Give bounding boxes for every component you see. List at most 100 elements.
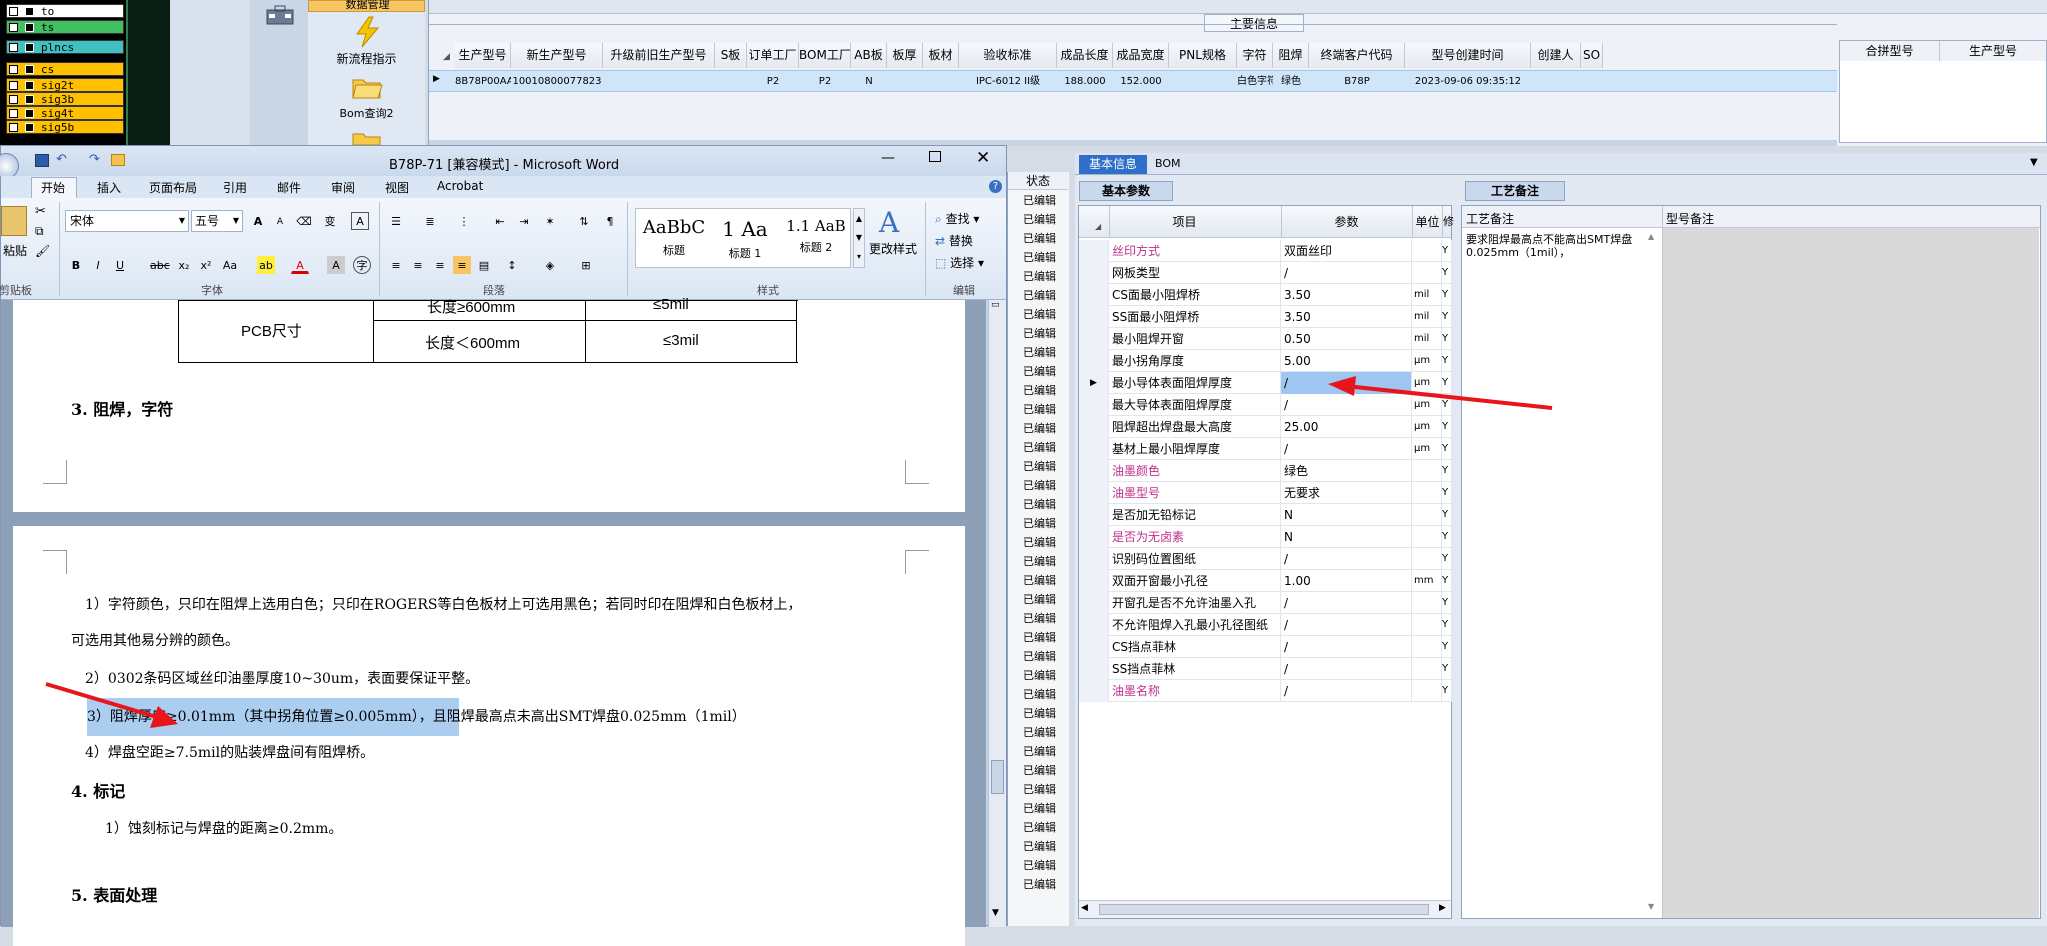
nav-item-process-guide[interactable]: 新流程指示 bbox=[308, 50, 425, 67]
folder-open-icon[interactable] bbox=[351, 72, 383, 100]
style-gallery-scroll[interactable]: ▲ ▼ ▾ bbox=[853, 208, 865, 268]
param-row[interactable]: 是否加无铅标记 N Y bbox=[1079, 504, 1452, 526]
table-cell-length-top[interactable]: 长度≥600mm bbox=[427, 296, 515, 317]
save-icon[interactable] bbox=[35, 154, 49, 167]
bullets-icon[interactable]: ☰ bbox=[387, 212, 405, 230]
param-value[interactable]: 5.00 bbox=[1281, 350, 1412, 372]
superscript-button[interactable]: x² bbox=[197, 256, 215, 274]
param-value[interactable]: 0.50 bbox=[1281, 328, 1412, 350]
para-etch-mark[interactable]: 1）蚀刻标记与焊盘的距离≥0.2mm。 bbox=[105, 818, 342, 838]
tab-mailings[interactable]: 邮件 bbox=[277, 179, 301, 196]
param-value[interactable]: / bbox=[1281, 548, 1412, 570]
bold-button[interactable]: B bbox=[67, 256, 85, 274]
status-item[interactable]: 已编辑 bbox=[1023, 800, 1056, 816]
param-value[interactable]: / bbox=[1281, 438, 1412, 460]
status-item[interactable]: 已编辑 bbox=[1023, 572, 1056, 588]
param-value[interactable]: 无要求 bbox=[1281, 482, 1412, 504]
align-left-icon[interactable]: ≡ bbox=[387, 256, 405, 274]
grid-column-header[interactable]: PNL规格 bbox=[1169, 43, 1237, 68]
param-value[interactable]: 双面丝印 bbox=[1281, 240, 1412, 262]
param-row[interactable]: 阻焊超出焊盘最大高度 25.00 μm Y bbox=[1079, 416, 1452, 438]
para-mask-thickness-rest[interactable]: ，且阻焊最高点未高出SMT焊盘0.025mm（1mil） bbox=[419, 709, 746, 725]
maximize-button[interactable] bbox=[929, 151, 941, 162]
status-item[interactable]: 已编辑 bbox=[1023, 629, 1056, 645]
scroll-down-icon[interactable]: ▼ bbox=[992, 908, 999, 918]
change-styles-icon[interactable]: A bbox=[875, 206, 905, 236]
status-item[interactable]: 已编辑 bbox=[1023, 477, 1056, 493]
status-item[interactable]: 已编辑 bbox=[1023, 287, 1056, 303]
layer-checkbox[interactable] bbox=[9, 7, 18, 16]
grid-cell[interactable]: 8B78P00AA0 bbox=[455, 73, 511, 91]
align-center-icon[interactable]: ≡ bbox=[409, 256, 427, 274]
grid-cell[interactable]: IPC-6012 II级 bbox=[959, 73, 1057, 91]
status-item[interactable]: 已编辑 bbox=[1023, 211, 1056, 227]
status-item[interactable]: 已编辑 bbox=[1023, 401, 1056, 417]
param-value[interactable]: N bbox=[1281, 504, 1412, 526]
param-row[interactable]: 最小拐角厚度 5.00 μm Y bbox=[1079, 350, 1452, 372]
grid-cell[interactable]: 白色字符 bbox=[1237, 73, 1273, 91]
tab-home-label[interactable]: 开始 bbox=[41, 179, 65, 196]
status-item[interactable]: 已编辑 bbox=[1023, 781, 1056, 797]
select-button[interactable]: ⬚ 选择 ▾ bbox=[935, 254, 984, 271]
open-folder-icon[interactable] bbox=[111, 154, 125, 166]
grid-column-header[interactable]: 生产型号 bbox=[455, 43, 511, 68]
ruler-toggle-icon[interactable]: ▭ bbox=[991, 300, 1000, 310]
close-button[interactable]: ✕ bbox=[976, 148, 990, 168]
decrease-indent-icon[interactable]: ⇤ bbox=[491, 212, 509, 230]
craft-note-text[interactable]: 要求阻焊最高点不能高出SMT焊盘0.025mm（1mil）， bbox=[1466, 233, 1646, 259]
param-row[interactable]: 油墨型号 无要求 Y bbox=[1079, 482, 1452, 504]
grid-column-header[interactable]: 成品长度 bbox=[1057, 43, 1113, 68]
param-value[interactable]: / bbox=[1281, 372, 1412, 394]
grid-column-header[interactable]: 阻焊 bbox=[1273, 43, 1309, 68]
change-case-button[interactable]: Aa bbox=[221, 256, 239, 274]
grid-column-header[interactable]: SO bbox=[1581, 43, 1603, 68]
status-item[interactable]: 已编辑 bbox=[1023, 439, 1056, 455]
para-pad-spacing[interactable]: 4）焊盘空距≥7.5mil的贴装焊盘间有阻焊桥。 bbox=[85, 742, 374, 762]
layer-row[interactable]: sig5b bbox=[6, 120, 124, 134]
status-item[interactable]: 已编辑 bbox=[1023, 838, 1056, 854]
nav-item-bom-query[interactable]: Bom查询2 bbox=[308, 105, 425, 121]
status-item[interactable]: 已编辑 bbox=[1023, 591, 1056, 607]
font-color-button[interactable]: A bbox=[291, 256, 309, 274]
param-value[interactable]: 3.50 bbox=[1281, 306, 1412, 328]
grid-cell[interactable]: P2 bbox=[747, 73, 799, 91]
layer-row[interactable]: sig3b bbox=[6, 92, 124, 106]
layer-checkbox[interactable] bbox=[9, 109, 18, 118]
nav-active-tab[interactable]: 数据管理 bbox=[308, 0, 425, 12]
param-value[interactable]: / bbox=[1281, 262, 1412, 284]
layer-row[interactable]: sig2t bbox=[6, 78, 124, 92]
grid-column-header[interactable]: 创建人 bbox=[1531, 43, 1581, 68]
grid-cell[interactable] bbox=[1581, 73, 1603, 91]
status-item[interactable]: 已编辑 bbox=[1023, 192, 1056, 208]
status-item[interactable]: 已编辑 bbox=[1023, 344, 1056, 360]
distribute-icon[interactable]: ▤ bbox=[475, 256, 493, 274]
align-right-icon[interactable]: ≡ bbox=[431, 256, 449, 274]
status-item[interactable]: 已编辑 bbox=[1023, 648, 1056, 664]
shrink-font-icon[interactable]: A bbox=[271, 212, 289, 230]
param-row[interactable]: 是否为无卤素 N Y bbox=[1079, 526, 1452, 548]
shading-icon[interactable]: ◈ bbox=[541, 256, 559, 274]
layer-checkbox[interactable] bbox=[9, 23, 18, 32]
italic-button[interactable]: I bbox=[89, 256, 107, 274]
grid-cell[interactable] bbox=[715, 73, 747, 91]
param-row[interactable]: 最小阻焊开窗 0.50 mil Y bbox=[1079, 328, 1452, 350]
heading-surface[interactable]: 5. 表面处理 bbox=[71, 882, 157, 906]
undo-icon[interactable]: ↶ bbox=[56, 152, 67, 167]
tab-basic-info[interactable]: 基本信息 bbox=[1079, 155, 1147, 174]
style-item[interactable]: AaBbC 标题 bbox=[640, 211, 708, 265]
status-item[interactable]: 已编辑 bbox=[1023, 363, 1056, 379]
para-mask-thickness-selected[interactable]: 3）阻焊厚度≥0.01mm（其中拐角位置≥0.005mm） bbox=[87, 709, 419, 725]
status-item[interactable]: 已编辑 bbox=[1023, 762, 1056, 778]
layer-row[interactable]: ts bbox=[6, 20, 124, 34]
tab-layout[interactable]: 页面布局 bbox=[149, 179, 197, 196]
phonetic-icon[interactable]: 变 bbox=[321, 212, 339, 230]
grid-cell[interactable]: 10010800077823 bbox=[511, 73, 603, 91]
grid-column-header[interactable]: AB板 bbox=[851, 43, 887, 68]
justify-icon[interactable]: ≡ bbox=[453, 256, 471, 274]
layer-checkbox[interactable] bbox=[9, 123, 18, 132]
table-cell-mil-top[interactable]: ≤5mil bbox=[653, 296, 689, 313]
para-mask-thickness[interactable]: 3）阻焊厚度≥0.01mm（其中拐角位置≥0.005mm），且阻焊最高点未高出S… bbox=[87, 706, 746, 726]
chinese-layout-icon[interactable]: ✶ bbox=[541, 212, 559, 230]
grid-cell[interactable]: 152.000 bbox=[1113, 73, 1169, 91]
highlight-button[interactable]: ab bbox=[257, 256, 275, 274]
